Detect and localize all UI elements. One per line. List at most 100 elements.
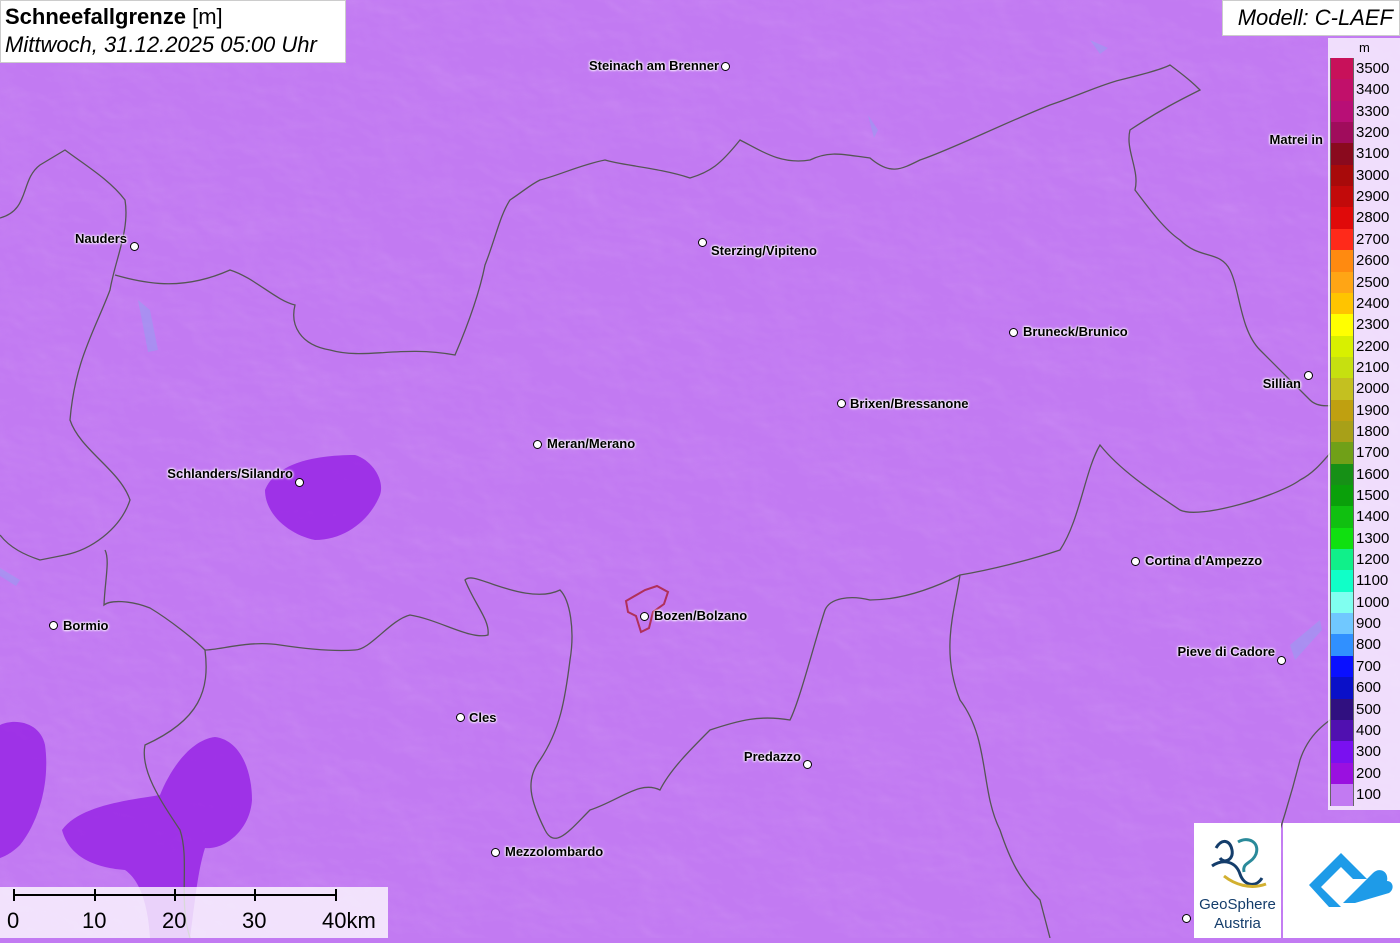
city-label-bozen: Bozen/Bolzano — [654, 608, 748, 623]
legend-swatch-300 — [1330, 741, 1354, 764]
legend-swatch-1600 — [1330, 463, 1354, 486]
legend-label-2000: 2000 — [1356, 380, 1390, 398]
legend-swatch-2400 — [1330, 292, 1354, 315]
city-dot-mezzolombardo[interactable] — [491, 848, 500, 857]
legend-label-800: 800 — [1356, 636, 1382, 654]
scale-label-30: 30 — [242, 908, 267, 933]
legend-label-3100: 3100 — [1356, 145, 1390, 163]
city-dot-nauders[interactable] — [130, 242, 139, 251]
legend-label-2900: 2900 — [1356, 188, 1390, 206]
model-box: Modell: C-LAEF — [1222, 0, 1400, 36]
legend-label-1700: 1700 — [1356, 444, 1390, 462]
legend-swatch-2500 — [1330, 271, 1354, 294]
legend-unit: m — [1359, 40, 1370, 55]
city-dot-bormio[interactable] — [49, 621, 58, 630]
city-dot-bozen[interactable] — [640, 612, 649, 621]
legend-label-2300: 2300 — [1356, 316, 1390, 334]
legend-label-400: 400 — [1356, 721, 1382, 739]
city-dot-cortina[interactable] — [1131, 557, 1140, 566]
city-dot-bruneck[interactable] — [1009, 328, 1018, 337]
legend-label-2800: 2800 — [1356, 209, 1390, 227]
city-dot-meran[interactable] — [533, 440, 542, 449]
cloud-arrow-icon — [1309, 853, 1393, 907]
legend-label-1400: 1400 — [1356, 508, 1390, 526]
legend-swatch-400 — [1330, 719, 1354, 742]
scale-label-0: 0 — [7, 908, 20, 933]
city-dot-steinach[interactable] — [721, 62, 730, 71]
legend-swatch-1300 — [1330, 527, 1354, 550]
city-label-meran: Meran/Merano — [547, 436, 636, 451]
city-dot-unlabeled[interactable] — [1182, 914, 1191, 923]
legend-swatch-1900 — [1330, 399, 1354, 422]
scale-label-10: 10 — [82, 908, 107, 933]
legend-swatch-3100 — [1330, 143, 1354, 166]
city-label-bormio: Bormio — [63, 618, 109, 633]
legend-swatch-2700 — [1330, 228, 1354, 251]
legend-swatch-1100 — [1330, 570, 1354, 593]
legend-swatch-900 — [1330, 613, 1354, 635]
legend-label-200: 200 — [1356, 764, 1382, 782]
map-datetime: Mittwoch, 31.12.2025 05:00 Uhr — [5, 32, 317, 57]
geosphere-country: Austria — [1214, 915, 1261, 932]
legend-label-1100: 1100 — [1356, 572, 1389, 590]
city-label-cles: Cles — [469, 710, 497, 725]
city-dot-pieve[interactable] — [1277, 656, 1286, 665]
legend-label-2200: 2200 — [1356, 337, 1390, 355]
legend-swatch-1400 — [1330, 506, 1354, 529]
legend-label-3300: 3300 — [1356, 102, 1390, 120]
city-label-schlanders: Schlanders/Silandro — [167, 466, 293, 481]
city-dot-cles[interactable] — [456, 713, 465, 722]
city-dot-schlanders[interactable] — [295, 478, 304, 487]
legend-label-1500: 1500 — [1356, 487, 1390, 504]
map-title-text: Schneefallgrenze — [5, 4, 186, 29]
city-label-bruneck: Bruneck/Brunico — [1023, 324, 1128, 339]
city-label-sillian: Sillian — [1262, 376, 1301, 391]
legend-label-1000: 1000 — [1356, 593, 1390, 611]
legend-label-900: 900 — [1356, 615, 1382, 633]
city-label-cortina: Cortina d'Ampezzo — [1145, 553, 1263, 568]
legend-label-1600: 1600 — [1356, 465, 1390, 483]
legend-label-3000: 3000 — [1356, 166, 1390, 184]
city-dot-sillian[interactable] — [1304, 371, 1313, 380]
map-title-unit: [m] — [192, 4, 223, 29]
legend-swatch-100 — [1330, 783, 1354, 806]
legend-label-2600: 2600 — [1356, 252, 1390, 270]
legend-label-1300: 1300 — [1356, 529, 1390, 547]
legend-swatch-2800 — [1330, 207, 1354, 230]
legend-swatch-1000 — [1330, 591, 1354, 614]
legend-swatch-3300 — [1330, 100, 1354, 123]
legend-label-300: 300 — [1356, 743, 1382, 761]
geosphere-name: GeoSphere — [1199, 896, 1276, 913]
legend-swatch-500 — [1330, 698, 1354, 721]
city-label-pieve: Pieve di Cadore — [1177, 644, 1275, 659]
city-label-mezzolombardo: Mezzolombardo — [505, 844, 604, 859]
weather-app-logo[interactable] — [1283, 823, 1400, 938]
legend-swatch-3000 — [1330, 164, 1354, 187]
legend-label-2500: 2500 — [1356, 273, 1390, 291]
map-title: Schneefallgrenze [m] — [5, 4, 223, 30]
geosphere-logo[interactable]: GeoSphere Austria — [1194, 823, 1281, 938]
legend-label-2100: 2100 — [1356, 358, 1390, 376]
legend-swatch-3400 — [1330, 79, 1354, 102]
legend-label-1900: 1900 — [1356, 401, 1390, 419]
legend-swatch-2000 — [1330, 378, 1354, 401]
legend-swatch-2100 — [1330, 356, 1354, 379]
scale-bar: 0 10 20 30 40km — [0, 887, 388, 938]
legend-swatch-1500 — [1330, 485, 1354, 507]
city-label-sterzing: Sterzing/Vipiteno — [711, 243, 817, 258]
city-dot-brixen[interactable] — [837, 399, 846, 408]
city-dot-sterzing[interactable] — [698, 238, 707, 247]
legend-swatch-2900 — [1330, 186, 1354, 208]
legend-label-2700: 2700 — [1356, 230, 1390, 248]
legend-swatch-700 — [1330, 655, 1354, 678]
legend-swatch-1800 — [1330, 420, 1354, 443]
legend-swatch-2300 — [1330, 314, 1354, 337]
map-title-box: Schneefallgrenze [m] Mittwoch, 31.12.202… — [0, 0, 346, 63]
city-dot-predazzo[interactable] — [803, 760, 812, 769]
legend-label-3200: 3200 — [1356, 124, 1390, 142]
legend-swatch-2600 — [1330, 250, 1354, 272]
legend-label-600: 600 — [1356, 679, 1382, 697]
legend-label-500: 500 — [1356, 700, 1382, 718]
scale-label-40km: 40km — [322, 908, 376, 933]
city-label-nauders: Nauders — [74, 231, 127, 246]
